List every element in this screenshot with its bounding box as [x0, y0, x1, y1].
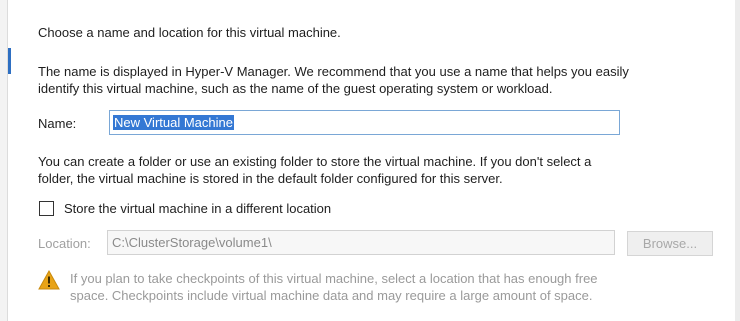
warning-text-line1: If you plan to take checkpoints of this …: [70, 271, 598, 286]
folder-description-line2: folder, the virtual machine is stored in…: [38, 171, 503, 186]
browse-button[interactable]: Browse...: [627, 231, 713, 256]
page-heading: Choose a name and location for this virt…: [38, 25, 341, 40]
name-description-line2: identify this virtual machine, such as t…: [38, 81, 553, 96]
wizard-nav-edge: [0, 0, 8, 321]
name-description-line1: The name is displayed in Hyper-V Manager…: [38, 64, 629, 79]
store-different-location-label[interactable]: Store the virtual machine in a different…: [64, 201, 331, 216]
nav-selection-indicator: [8, 48, 11, 74]
window-right-edge: [735, 0, 740, 321]
name-label: Name:: [38, 116, 77, 131]
folder-description-line1: You can create a folder or use an existi…: [38, 154, 592, 169]
location-label: Location:: [38, 236, 91, 251]
warning-triangle-icon: [38, 270, 60, 290]
location-input[interactable]: C:\ClusterStorage\volume1\: [107, 230, 615, 255]
new-vm-wizard-page: Choose a name and location for this virt…: [0, 0, 740, 321]
warning-text-line2: space. Checkpoints include virtual machi…: [70, 288, 593, 303]
name-input-selected-text: New Virtual Machine: [113, 115, 234, 130]
store-different-location-checkbox[interactable]: [39, 201, 54, 216]
name-input[interactable]: New Virtual Machine: [109, 110, 620, 135]
